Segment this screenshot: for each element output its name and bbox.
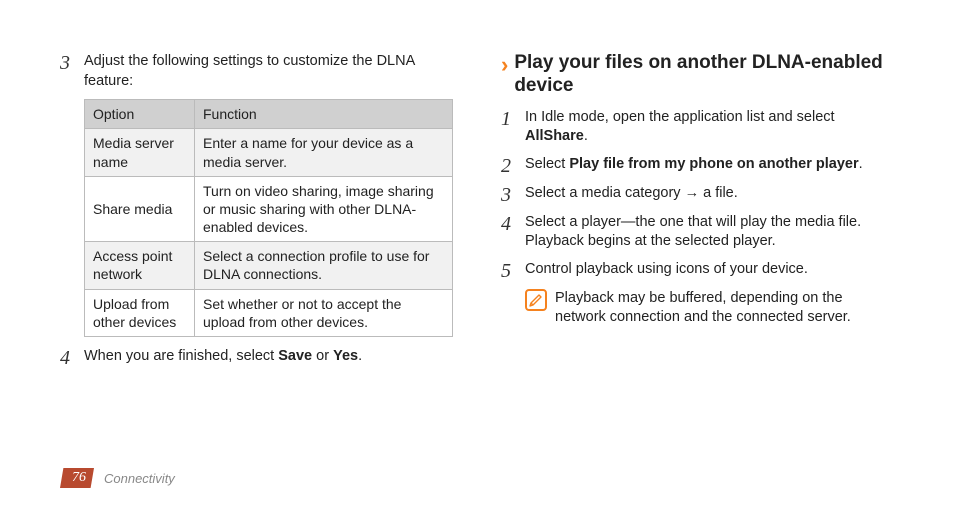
table-cell-function: Enter a name for your device as a media … — [195, 129, 453, 176]
text-fragment: When you are finished, select — [84, 348, 278, 364]
table-header-function: Function — [195, 100, 453, 129]
step-number: 3 — [60, 52, 84, 73]
page-footer: 76 Connectivity — [60, 468, 175, 488]
right-step-5: 5 Control playback using icons of your d… — [501, 260, 894, 281]
bold-allshare: AllShare — [525, 128, 584, 144]
step-text: Control playback using icons of your dev… — [525, 260, 894, 280]
page-number-badge: 76 — [60, 468, 94, 488]
right-step-3: 3 Select a media category → a file. — [501, 184, 894, 205]
left-column: 3 Adjust the following settings to custo… — [60, 52, 453, 376]
right-column: › Play your files on another DLNA-enable… — [501, 52, 894, 376]
table-row: Share media Turn on video sharing, image… — [85, 176, 453, 242]
table-cell-function: Set whether or not to accept the upload … — [195, 289, 453, 336]
footer-section-label: Connectivity — [104, 471, 175, 486]
bold-playfile: Play file from my phone on another playe… — [569, 156, 858, 172]
step-text: Select a player—the one that will play t… — [525, 213, 894, 252]
page-columns: 3 Adjust the following settings to custo… — [60, 52, 894, 376]
left-step-4: 4 When you are finished, select Save or … — [60, 347, 453, 368]
table-row: Media server name Enter a name for your … — [85, 129, 453, 176]
step-text: In Idle mode, open the application list … — [525, 108, 894, 147]
text-fragment: . — [859, 156, 863, 172]
note-text: Playback may be buffered, depending on t… — [555, 289, 894, 328]
table-cell-function: Turn on video sharing, image sharing or … — [195, 176, 453, 242]
bold-yes: Yes — [333, 348, 358, 364]
step-number: 4 — [60, 347, 84, 368]
step-number: 1 — [501, 108, 525, 129]
step-text: Select Play file from my phone on anothe… — [525, 155, 894, 175]
options-table: Option Function Media server name Enter … — [84, 99, 453, 337]
table-cell-option: Access point network — [85, 242, 195, 289]
table-cell-function: Select a connection profile to use for D… — [195, 242, 453, 289]
step-text: When you are finished, select Save or Ye… — [84, 347, 453, 367]
step-number: 5 — [501, 260, 525, 281]
step-number: 3 — [501, 184, 525, 205]
table-row: Upload from other devices Set whether or… — [85, 289, 453, 336]
right-step-4: 4 Select a player—the one that will play… — [501, 213, 894, 252]
text-fragment: . — [584, 128, 588, 144]
right-step-2: 2 Select Play file from my phone on anot… — [501, 155, 894, 176]
chevron-right-icon: › — [501, 52, 508, 76]
right-step-1: 1 In Idle mode, open the application lis… — [501, 108, 894, 147]
text-fragment: Select — [525, 156, 569, 172]
table-cell-option: Media server name — [85, 129, 195, 176]
step-text: Adjust the following settings to customi… — [84, 52, 453, 91]
text-fragment: or — [312, 348, 333, 364]
section-heading: › Play your files on another DLNA-enable… — [501, 52, 894, 98]
step-number: 2 — [501, 155, 525, 176]
heading-text: Play your files on another DLNA-enabled … — [514, 52, 894, 98]
text-fragment: . — [358, 348, 362, 364]
left-step-3: 3 Adjust the following settings to custo… — [60, 52, 453, 91]
table-header-option: Option — [85, 100, 195, 129]
table-cell-option: Share media — [85, 176, 195, 242]
step-number: 4 — [501, 213, 525, 234]
note-icon — [525, 289, 547, 311]
note-block: Playback may be buffered, depending on t… — [525, 289, 894, 328]
table-row: Access point network Select a connection… — [85, 242, 453, 289]
table-cell-option: Upload from other devices — [85, 289, 195, 336]
bold-save: Save — [278, 348, 312, 364]
table-header-row: Option Function — [85, 100, 453, 129]
step-text: Select a media category → a file. — [525, 184, 894, 204]
text-fragment: In Idle mode, open the application list … — [525, 109, 835, 125]
